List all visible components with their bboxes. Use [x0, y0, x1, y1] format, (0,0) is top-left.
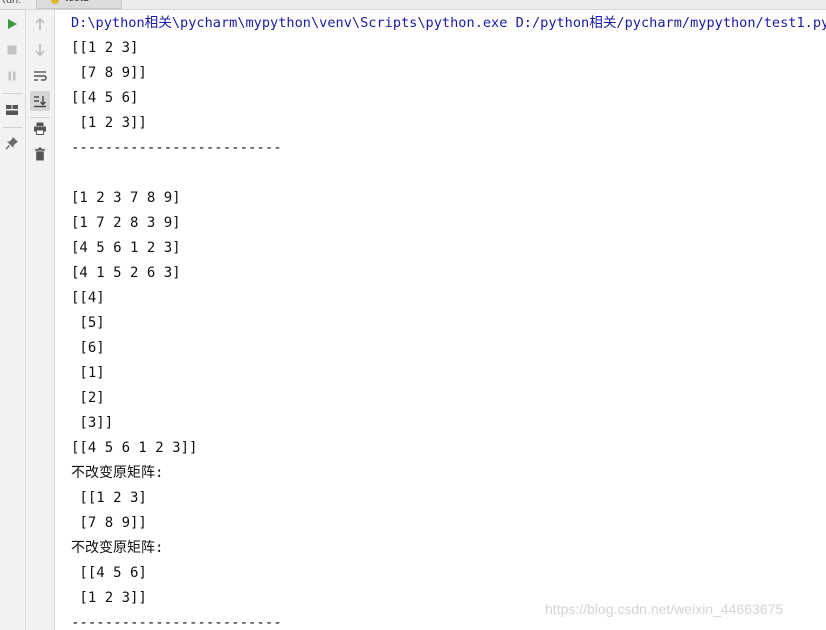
run-button[interactable]: [2, 14, 22, 34]
console-output-line: [1]: [71, 365, 105, 381]
console-output-line: [1 2 3 7 8 9]: [71, 190, 181, 206]
console-output-line: 不改变原矩阵:: [71, 465, 164, 481]
toolbar-divider: [3, 127, 22, 128]
stop-button[interactable]: [2, 40, 22, 60]
console-output-line: [[4 5 6 1 2 3]]: [71, 440, 198, 456]
python-file-icon: [51, 0, 59, 4]
console-output-line: 不改变原矩阵:: [71, 540, 164, 556]
console-output-line: [4 1 5 2 6 3]: [71, 265, 181, 281]
console-output-line: [[1 2 3]: [71, 40, 139, 56]
stop-icon: [7, 45, 17, 55]
trash-icon: [35, 147, 45, 161]
print-icon: [34, 122, 46, 135]
console-output-line: [4 5 6 1 2 3]: [71, 240, 181, 256]
tab-bar: Run: test1 ×: [0, 0, 826, 10]
scroll-to-end-button[interactable]: [30, 91, 50, 111]
soft-wrap-button[interactable]: [30, 66, 50, 86]
clear-button[interactable]: [30, 144, 50, 164]
pause-icon: [8, 71, 16, 81]
pause-button[interactable]: [2, 66, 22, 86]
layout-button[interactable]: [2, 100, 22, 120]
console-output-line: [6]: [71, 340, 105, 356]
soft-wrap-icon: [34, 71, 47, 81]
print-button[interactable]: [30, 118, 50, 138]
watermark: https://blog.csdn.net/weixin_44663675: [545, 601, 784, 617]
tab-test1-label: test1: [65, 0, 89, 4]
scroll-to-end-icon: [34, 96, 46, 108]
tab-test1[interactable]: test1 ×: [36, 0, 122, 9]
console-output-line: -------------------------: [71, 615, 282, 630]
console-output[interactable]: D:\python相关\pycharm\mypython\venv\Script…: [55, 10, 826, 630]
scroll-up-button[interactable]: [30, 14, 50, 34]
console-output-line: [[4]: [71, 290, 105, 306]
pin-icon: [5, 137, 18, 150]
pin-button[interactable]: [2, 133, 22, 153]
console-output-line: [5]: [71, 315, 105, 331]
console-output-line: [2]: [71, 390, 105, 406]
run-toolbar: [0, 10, 26, 630]
scroll-down-button[interactable]: [30, 40, 50, 60]
console-output-line: [1 2 3]]: [71, 115, 147, 131]
toolbar-divider: [3, 93, 22, 94]
run-tab-label[interactable]: Run:: [0, 0, 30, 8]
layout-icon: [6, 105, 18, 115]
console-command-line: D:\python相关\pycharm\mypython\venv\Script…: [71, 15, 826, 31]
close-icon[interactable]: ×: [103, 0, 109, 4]
console-output-line: -------------------------: [71, 140, 282, 156]
arrow-down-icon: [35, 44, 45, 57]
console-output-line: [1 7 2 8 3 9]: [71, 215, 181, 231]
console-output-line: [[1 2 3]: [71, 490, 147, 506]
console-output-line: [3]]: [71, 415, 114, 431]
console-output-line: [1 2 3]]: [71, 590, 147, 606]
console-toolbar: [26, 10, 55, 630]
run-icon: [8, 19, 17, 29]
console-output-line: [7 8 9]]: [71, 65, 147, 81]
console-output-line: [7 8 9]]: [71, 515, 147, 531]
console-output-line: [[4 5 6]: [71, 90, 139, 106]
arrow-up-icon: [35, 17, 45, 30]
console-output-line: [[4 5 6]: [71, 565, 147, 581]
